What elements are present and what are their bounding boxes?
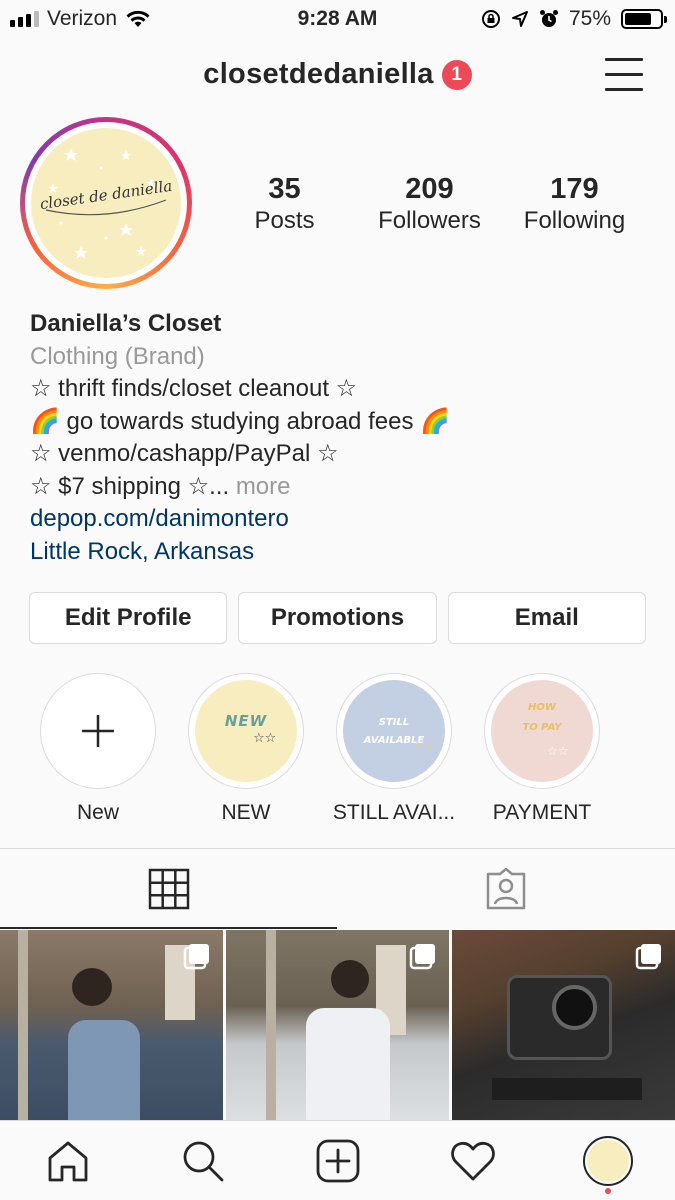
highlight-payment[interactable]: HOW TO PAY ☆☆ PAYMENT: [468, 673, 616, 825]
orientation-lock-icon: [481, 10, 500, 28]
nav-profile[interactable]: [540, 1121, 675, 1200]
notification-dot: [604, 1188, 611, 1194]
profile-actions: Edit Profile Promotions Email: [29, 592, 646, 644]
battery-icon: [621, 9, 667, 29]
profile-bio: Daniella’s Closet Clothing (Brand) ☆ thr…: [30, 308, 650, 568]
highlight-label: New: [76, 801, 119, 824]
email-button[interactable]: Email: [447, 592, 646, 644]
post-thumbnail[interactable]: [226, 930, 449, 1120]
posts-label: Posts: [254, 207, 315, 234]
add-post-icon: [316, 1139, 359, 1182]
tab-tagged[interactable]: [338, 849, 675, 928]
highlight-label: NEW: [221, 801, 271, 824]
story-highlights: New NEW ☆☆ NEW STILL AVAILABLE ☆☆ STILL …: [24, 673, 616, 825]
edit-profile-button[interactable]: Edit Profile: [29, 592, 228, 644]
post-thumbnail[interactable]: [0, 930, 223, 1120]
menu-icon[interactable]: [605, 58, 643, 92]
location-icon: [511, 11, 528, 27]
highlight-label: PAYMENT: [492, 801, 592, 824]
star-icon: ☆☆: [253, 730, 277, 745]
following-label: Following: [523, 207, 626, 234]
nav-activity[interactable]: [405, 1121, 540, 1200]
posts-grid: [0, 930, 675, 1120]
following-count: 179: [550, 173, 599, 205]
following-stat[interactable]: 179 Following: [502, 172, 647, 236]
profile-avatar[interactable]: closet de daniella: [20, 117, 192, 289]
plus-icon: [47, 680, 149, 782]
followers-count: 209: [405, 173, 454, 205]
star-icon: ☆☆: [413, 739, 433, 751]
followers-stat[interactable]: 209 Followers: [357, 172, 502, 236]
search-icon: [183, 1141, 223, 1181]
post-thumbnail[interactable]: [452, 930, 675, 1120]
tagged-icon: [487, 867, 526, 909]
tab-grid[interactable]: [0, 849, 338, 928]
status-bar: Verizon 9:28 AM 75%: [0, 0, 675, 40]
website-link[interactable]: depop.com/danimontero: [30, 503, 650, 536]
posts-count: 35: [268, 173, 301, 205]
multiple-photos-icon: [409, 944, 435, 970]
bottom-navigation: [0, 1120, 675, 1200]
bio-line: 🌈 go towards studying abroad fees 🌈: [30, 407, 450, 435]
display-name: Daniella’s Closet: [30, 310, 222, 337]
promotions-button[interactable]: Promotions: [238, 592, 437, 644]
highlight-new-items[interactable]: NEW ☆☆ NEW: [172, 673, 320, 825]
highlight-new[interactable]: New: [24, 673, 172, 825]
multiple-photos-icon: [183, 944, 209, 970]
grid-icon: [148, 868, 189, 909]
alarm-icon: [539, 10, 558, 27]
nav-new-post[interactable]: [270, 1121, 405, 1200]
home-icon: [48, 1141, 87, 1181]
username[interactable]: closetdedaniella: [203, 58, 433, 90]
profile-stats: 35 Posts 209 Followers 179 Following: [212, 172, 652, 236]
posts-stat[interactable]: 35 Posts: [212, 172, 357, 236]
bio-line: ☆ venmo/cashapp/PayPal ☆: [30, 440, 339, 467]
profile-tabs: [0, 848, 675, 929]
nav-home[interactable]: [0, 1121, 135, 1200]
bio-line: ☆ thrift finds/closet cleanout ☆: [30, 375, 358, 402]
heart-icon: [450, 1141, 495, 1180]
active-tab-indicator: [0, 927, 337, 929]
profile-header: closetdedaniella 1: [0, 50, 675, 102]
category-label: Clothing (Brand): [30, 342, 205, 370]
highlight-image-text: NEW: [224, 712, 268, 730]
highlight-label: STILL AVAI...: [332, 801, 456, 824]
bio-line: ☆ $7 shipping ☆...: [30, 472, 230, 500]
highlight-still-available[interactable]: STILL AVAILABLE ☆☆ STILL AVAI...: [320, 673, 468, 825]
more-link[interactable]: more: [236, 473, 291, 500]
nav-search[interactable]: [135, 1121, 270, 1200]
multiple-photos-icon: [635, 944, 661, 970]
location-link[interactable]: Little Rock, Arkansas: [30, 536, 650, 569]
highlight-image-text: HOW TO PAY: [522, 702, 562, 733]
notification-badge[interactable]: 1: [441, 60, 472, 90]
battery-percent: 75%: [568, 7, 611, 30]
profile-avatar: [582, 1135, 633, 1186]
star-icon: ☆☆: [547, 744, 569, 758]
followers-label: Followers: [378, 207, 481, 234]
